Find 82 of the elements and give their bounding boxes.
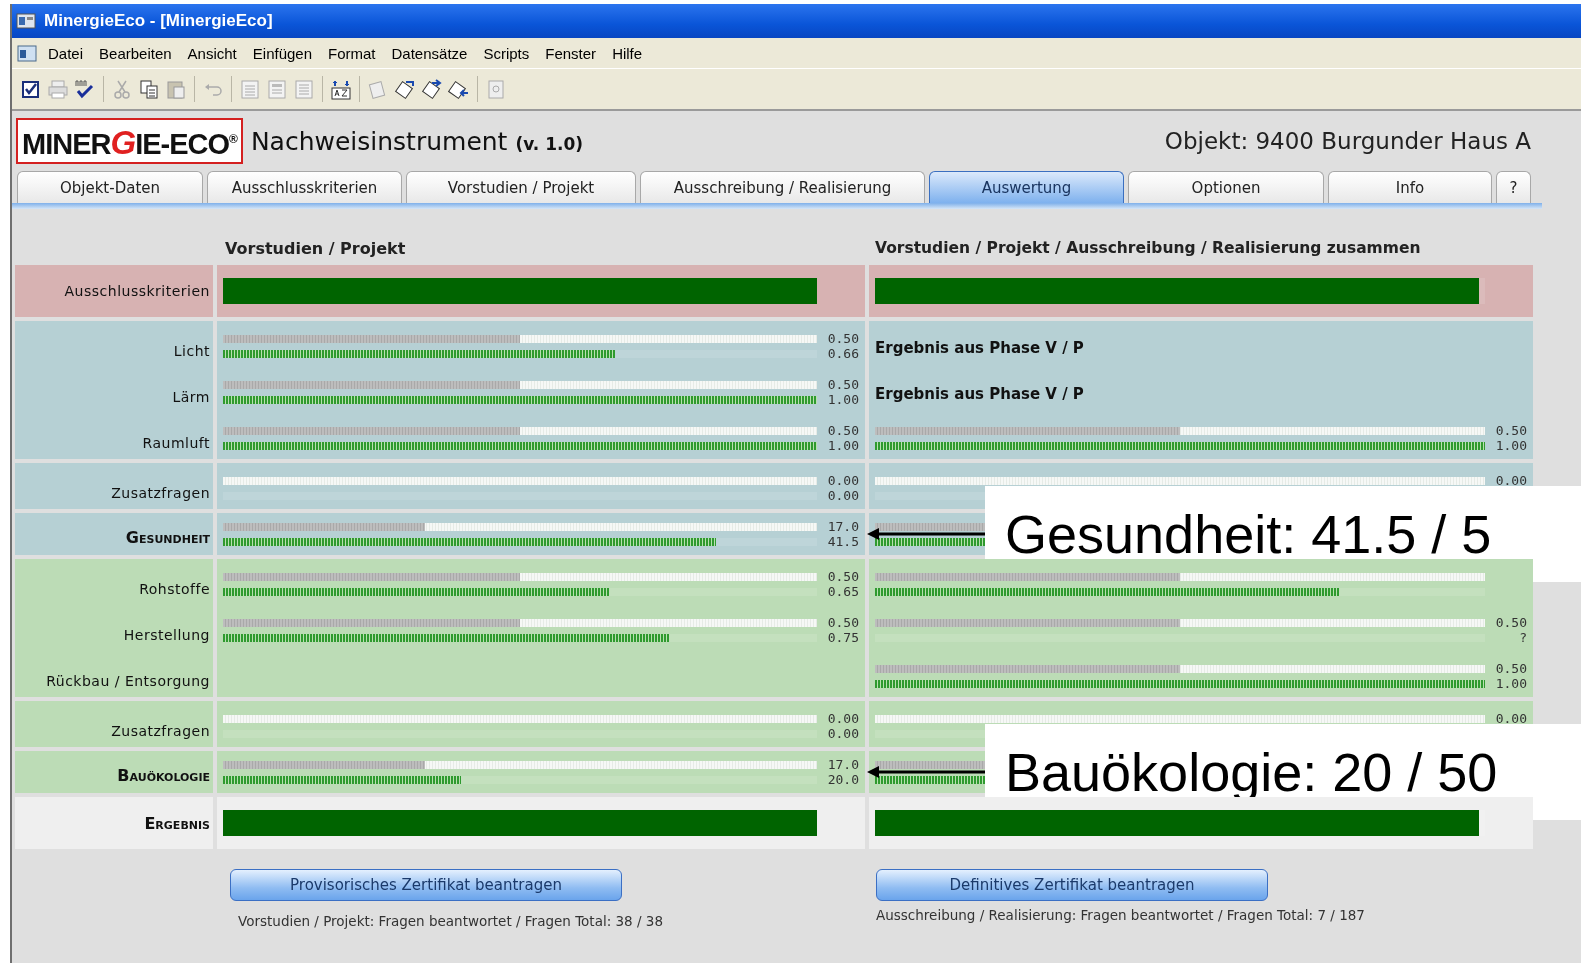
copy-icon[interactable]: [138, 78, 160, 100]
row-label: Herstellung: [123, 627, 210, 643]
document-icon[interactable]: [485, 78, 507, 100]
value-text: 0.50: [1495, 423, 1527, 438]
value-text: 1.00: [827, 438, 859, 453]
row-label: Rückbau / Entsorgung: [46, 673, 210, 689]
row-label: Raumluft: [142, 435, 210, 451]
menu-item[interactable]: Bearbeiten: [93, 42, 178, 64]
value-text: 0.75: [827, 630, 859, 645]
column-heading: Vorstudien / Projekt: [224, 238, 407, 258]
list-icon[interactable]: [266, 78, 288, 100]
row-label: Gesundheit: [125, 528, 210, 547]
value-text: 17.0: [827, 757, 859, 772]
version-label: (v. 1.0): [515, 134, 584, 154]
value-text: 1.00: [827, 392, 859, 407]
spellcheck-icon[interactable]: [74, 78, 96, 100]
value-text: 0.00: [827, 711, 859, 726]
value-text: 1.00: [1495, 676, 1527, 691]
app-title: Nachweisinstrument: [250, 126, 508, 156]
paste-icon[interactable]: [165, 78, 187, 100]
value-text: 0.65: [827, 584, 859, 599]
tab[interactable]: ?: [1496, 171, 1531, 203]
menu-item[interactable]: Fenster: [539, 42, 603, 64]
list-icon[interactable]: [293, 78, 315, 100]
record-icon[interactable]: [448, 78, 470, 100]
list-icon[interactable]: [239, 78, 261, 100]
value-text: 0.66: [827, 346, 859, 361]
value-text: 0.50: [827, 615, 859, 630]
value-text: 0.50: [827, 377, 859, 392]
row-label: Ausschlusskriterien: [64, 283, 210, 299]
status-text: Vorstudien / Projekt: Fragen beantwortet / Fragen Total: 38 / 38: [237, 913, 663, 929]
tab[interactable]: Optionen: [1128, 171, 1324, 203]
value-text: 17.0: [827, 519, 859, 534]
value-text: 0.00: [827, 726, 859, 741]
row-label: Zusatzfragen: [111, 485, 210, 501]
value-text: ?: [1519, 630, 1527, 645]
tab[interactable]: Info: [1328, 171, 1492, 203]
tab[interactable]: Vorstudien / Projekt: [406, 171, 636, 203]
value-text: 0.00: [1495, 711, 1527, 726]
menu-item[interactable]: Hilfe: [606, 42, 649, 64]
certificate-button[interactable]: Definitives Zertifikat beantragen: [876, 869, 1268, 901]
logo: MINERGIE-ECO$^{®}$: [16, 117, 243, 165]
app-icon: [16, 12, 36, 30]
window-title: MinergieEco - [MinergieEco]: [44, 11, 273, 31]
row-label: Rohstoffe: [139, 581, 210, 597]
tab[interactable]: Auswertung: [929, 171, 1124, 203]
row-label: Bauökologie: [117, 766, 210, 785]
sort-icon[interactable]: [330, 78, 352, 100]
certificate-button[interactable]: Provisorisches Zertifikat beantragen: [230, 869, 622, 901]
column-heading: Vorstudien / Projekt / Ausschreibung / Realisierung zusammen: [874, 239, 1422, 257]
note-text: Ergebnis aus Phase V / P: [875, 385, 1084, 405]
row-label: Ergebnis: [144, 813, 210, 833]
value-text: 0.00: [827, 488, 859, 503]
value-text: 0.50: [827, 331, 859, 346]
status-text: Ausschreibung / Realisierung: Fragen beantwortet / Fragen Total: 7 / 187: [876, 907, 1365, 923]
value-text: 1.00: [1495, 438, 1527, 453]
value-text: 41.5: [827, 534, 859, 549]
value-text: 0.50: [1495, 661, 1527, 676]
menu-item[interactable]: Datensätze: [385, 42, 474, 64]
app-menu-icon[interactable]: [16, 43, 38, 63]
tab[interactable]: Ausschlusskriterien: [207, 171, 402, 203]
value-text: 0.50: [1495, 615, 1527, 630]
value-text: 0.50: [827, 569, 859, 584]
menu-item[interactable]: Scripts: [477, 42, 536, 64]
row-label: Licht: [173, 343, 210, 359]
value-text: 0.00: [827, 473, 859, 488]
menu-item[interactable]: Format: [322, 42, 382, 64]
value-text: 0.00: [1495, 473, 1527, 488]
printer-icon[interactable]: [47, 78, 69, 100]
menu-item[interactable]: Einfügen: [246, 42, 318, 64]
note-text: Ergebnis aus Phase V / P: [875, 339, 1084, 359]
menu-item[interactable]: Ansicht: [181, 42, 243, 64]
scissors-icon[interactable]: [111, 78, 133, 100]
tab[interactable]: Ausschreibung / Realisierung: [640, 171, 925, 203]
object-label: Objekt: 9400 Burgunder Haus A: [1164, 128, 1531, 154]
value-text: 20.0: [827, 772, 859, 787]
row-label: Zusatzfragen: [111, 723, 210, 739]
row-label: Lärm: [172, 389, 210, 405]
menu-item[interactable]: Datei: [42, 42, 90, 64]
checkbox-icon[interactable]: [20, 78, 42, 100]
value-text: 0.50: [827, 423, 859, 438]
tab[interactable]: Objekt-Daten: [17, 171, 203, 203]
